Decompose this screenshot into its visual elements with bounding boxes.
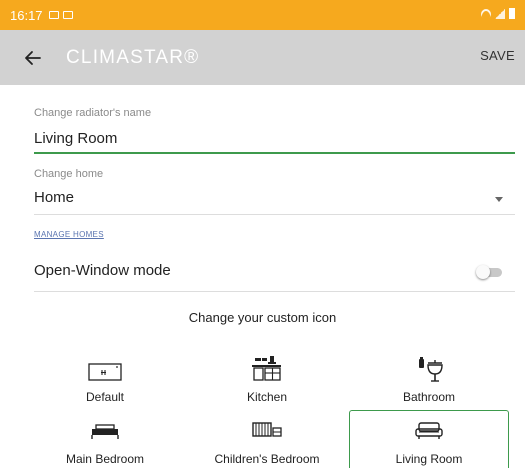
home-select[interactable]: Home bbox=[34, 189, 515, 211]
icon-option-kitchen[interactable]: Kitchen bbox=[187, 355, 347, 409]
open-window-divider bbox=[34, 291, 515, 292]
bed-icon bbox=[91, 424, 119, 439]
home-field-label: Change home bbox=[34, 168, 104, 180]
bathroom-icon bbox=[419, 357, 443, 382]
custom-icon-heading: Change your custom icon bbox=[188, 310, 337, 325]
icon-option-label: Children's Bedroom bbox=[214, 452, 320, 466]
radiator-name-input[interactable]: Living Room bbox=[34, 130, 117, 147]
manage-homes-link[interactable]: MANAGE HOMES bbox=[34, 230, 104, 239]
status-bar: 16:17 bbox=[0, 0, 525, 30]
name-field-underline bbox=[34, 152, 515, 154]
open-window-toggle[interactable] bbox=[476, 265, 502, 279]
icon-option-label: Living Room bbox=[395, 452, 463, 466]
children-bedroom-icon bbox=[252, 422, 282, 437]
app-title: CLIMASTAR® bbox=[66, 46, 200, 68]
kitchen-icon bbox=[252, 356, 281, 381]
wifi-icon bbox=[478, 6, 494, 21]
status-time: 16:17 bbox=[10, 7, 43, 23]
icon-option-label: Default bbox=[85, 390, 125, 404]
icon-option-childrens-bedroom[interactable]: Children's Bedroom bbox=[187, 412, 347, 466]
icon-option-label: Main Bedroom bbox=[65, 452, 145, 466]
toggle-thumb bbox=[476, 265, 490, 279]
icon-option-living-room[interactable]: Living Room bbox=[349, 410, 509, 468]
open-window-label: Open-Window mode bbox=[34, 262, 171, 279]
image-notification-icon bbox=[48, 11, 59, 19]
icon-option-label: Bathroom bbox=[402, 390, 456, 404]
radiator-icon bbox=[88, 363, 122, 381]
app-bar: CLIMASTAR® SAVE bbox=[0, 30, 525, 85]
battery-icon bbox=[509, 8, 515, 19]
arrow-left-icon bbox=[25, 50, 41, 65]
status-notification-icons bbox=[48, 11, 73, 19]
home-field-underline bbox=[34, 214, 515, 215]
chevron-down-icon[interactable] bbox=[495, 197, 503, 202]
back-button[interactable] bbox=[22, 47, 44, 69]
mail-notification-icon bbox=[62, 11, 73, 19]
icon-option-main-bedroom[interactable]: Main Bedroom bbox=[25, 412, 185, 466]
icon-option-bathroom[interactable]: Bathroom bbox=[349, 355, 509, 409]
icon-option-default[interactable]: Default bbox=[25, 355, 185, 409]
status-system-icons bbox=[478, 6, 515, 21]
signal-icon bbox=[495, 8, 505, 19]
name-field-label: Change radiator's name bbox=[34, 107, 152, 119]
icon-option-label: Kitchen bbox=[246, 390, 288, 404]
save-button[interactable]: SAVE bbox=[480, 48, 515, 63]
sofa-icon bbox=[415, 422, 443, 439]
